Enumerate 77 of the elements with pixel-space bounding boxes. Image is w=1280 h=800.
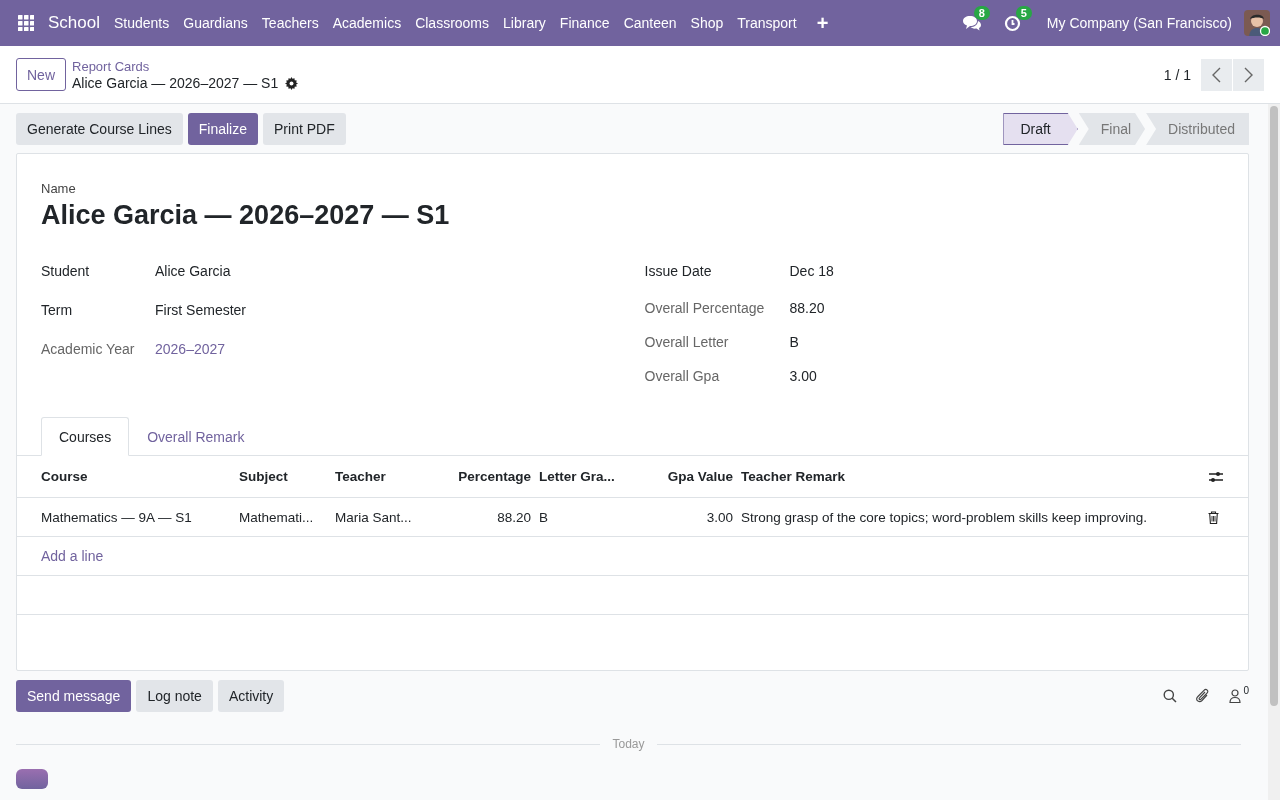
action-button[interactable]: Generate Course Lines (16, 113, 183, 145)
column-header[interactable]: Gpa Value (637, 469, 733, 484)
paperclip-icon[interactable] (1196, 688, 1211, 704)
action-button[interactable]: Finalize (187, 113, 258, 145)
menu-item[interactable]: Library (503, 15, 557, 31)
status-stage[interactable]: Distributed (1146, 113, 1249, 145)
field-label: Student (41, 262, 91, 279)
activity-count: 5 (1015, 5, 1032, 20)
table-cell-text: 3.00 (705, 509, 733, 525)
apps-menu-icon[interactable] (18, 15, 34, 31)
table-cell-text: Maria Sant... (335, 509, 413, 525)
breadcrumb-link[interactable]: Report Cards (72, 57, 299, 75)
scrollbar[interactable] (1268, 104, 1280, 800)
menu-item[interactable]: Classrooms (415, 15, 501, 31)
search-icon[interactable] (1163, 689, 1178, 703)
add-line-link[interactable]: Add a line (41, 548, 104, 564)
menu-item[interactable]: Transport (737, 15, 808, 31)
column-header[interactable]: Percentage (447, 469, 531, 484)
table-cell-text: Mathemati... (239, 509, 315, 525)
trash-icon[interactable] (1208, 510, 1219, 524)
field-label: Overall Gpa (644, 368, 721, 384)
table-cell-text: Mathematics — 9A — S1 (41, 509, 193, 525)
app-name[interactable]: School (48, 13, 100, 33)
field-value: Alice Garcia (155, 262, 232, 279)
chatter-button[interactable]: Send message (16, 680, 132, 712)
menu-item[interactable]: Students (114, 15, 181, 31)
notebook-tab[interactable]: Courses (41, 417, 130, 456)
column-header[interactable]: Letter Gra... (539, 469, 629, 484)
column-header[interactable]: Subject (239, 469, 327, 484)
field-value: Dec 18 (789, 263, 835, 279)
field-label: Issue Date (644, 263, 713, 279)
menu-item[interactable]: Canteen (623, 15, 688, 31)
gear-icon[interactable] (285, 76, 299, 90)
menu-item[interactable]: Finance (559, 15, 621, 31)
status-stage[interactable]: Draft (1003, 113, 1078, 145)
chevron-left-icon (1212, 66, 1221, 83)
column-header[interactable]: Course (41, 469, 231, 484)
clock-icon[interactable] (1003, 14, 1021, 32)
table-cell-text: B (539, 509, 549, 525)
field-value: First Semester (155, 301, 247, 318)
add-menu-button[interactable]: + (816, 11, 840, 35)
record-title: Alice Garcia — 2026–2027 — S1 (72, 74, 279, 92)
chatter-button[interactable]: Activity (217, 680, 285, 712)
chevron-right-icon (1244, 66, 1253, 83)
column-header[interactable]: Teacher Remark (741, 469, 1200, 484)
message-count: 8 (973, 6, 990, 20)
field-label: Name (41, 181, 76, 196)
notebook-tab[interactable]: Overall Remark (129, 417, 263, 456)
menu-item[interactable]: Shop (690, 15, 735, 31)
field-value: 3.00 (789, 368, 818, 384)
pager-value: 1 / 1 (1163, 66, 1191, 83)
column-header[interactable]: Teacher (335, 469, 439, 484)
menu-item[interactable]: Teachers (261, 15, 330, 31)
field-label: Overall Letter (644, 334, 730, 350)
field-value: B (789, 334, 800, 350)
status-stage[interactable]: Final (1078, 113, 1146, 145)
field-label: Term (41, 301, 74, 318)
column-settings-icon[interactable] (1208, 469, 1224, 484)
field-label: Academic Year (41, 340, 136, 357)
new-button[interactable]: New (16, 58, 66, 91)
bot-avatar (16, 769, 48, 789)
follower-count: 0 (1243, 685, 1249, 696)
menu-item[interactable]: Guardians (183, 15, 259, 31)
record-name: Alice Garcia — 2026–2027 — S1 (41, 200, 451, 231)
action-button[interactable]: Print PDF (263, 113, 346, 145)
person-icon[interactable] (1229, 689, 1242, 703)
menu-item[interactable]: Academics (332, 15, 413, 31)
company-switcher[interactable]: My Company (San Francisco) (1046, 15, 1232, 31)
user-avatar[interactable] (1244, 10, 1270, 36)
date-divider: Today (612, 737, 645, 751)
chatter-button[interactable]: Log note (136, 680, 213, 712)
chat-icon[interactable] (961, 15, 982, 31)
field-link[interactable]: 2026–2027 (155, 340, 621, 357)
field-value: 88.20 (789, 300, 826, 316)
table-cell-text: Strong grasp of the core topics; word-problem skills keep improving. (741, 509, 1148, 525)
field-label: Overall Percentage (644, 300, 766, 316)
table-cell-text: 88.20 (496, 509, 531, 525)
